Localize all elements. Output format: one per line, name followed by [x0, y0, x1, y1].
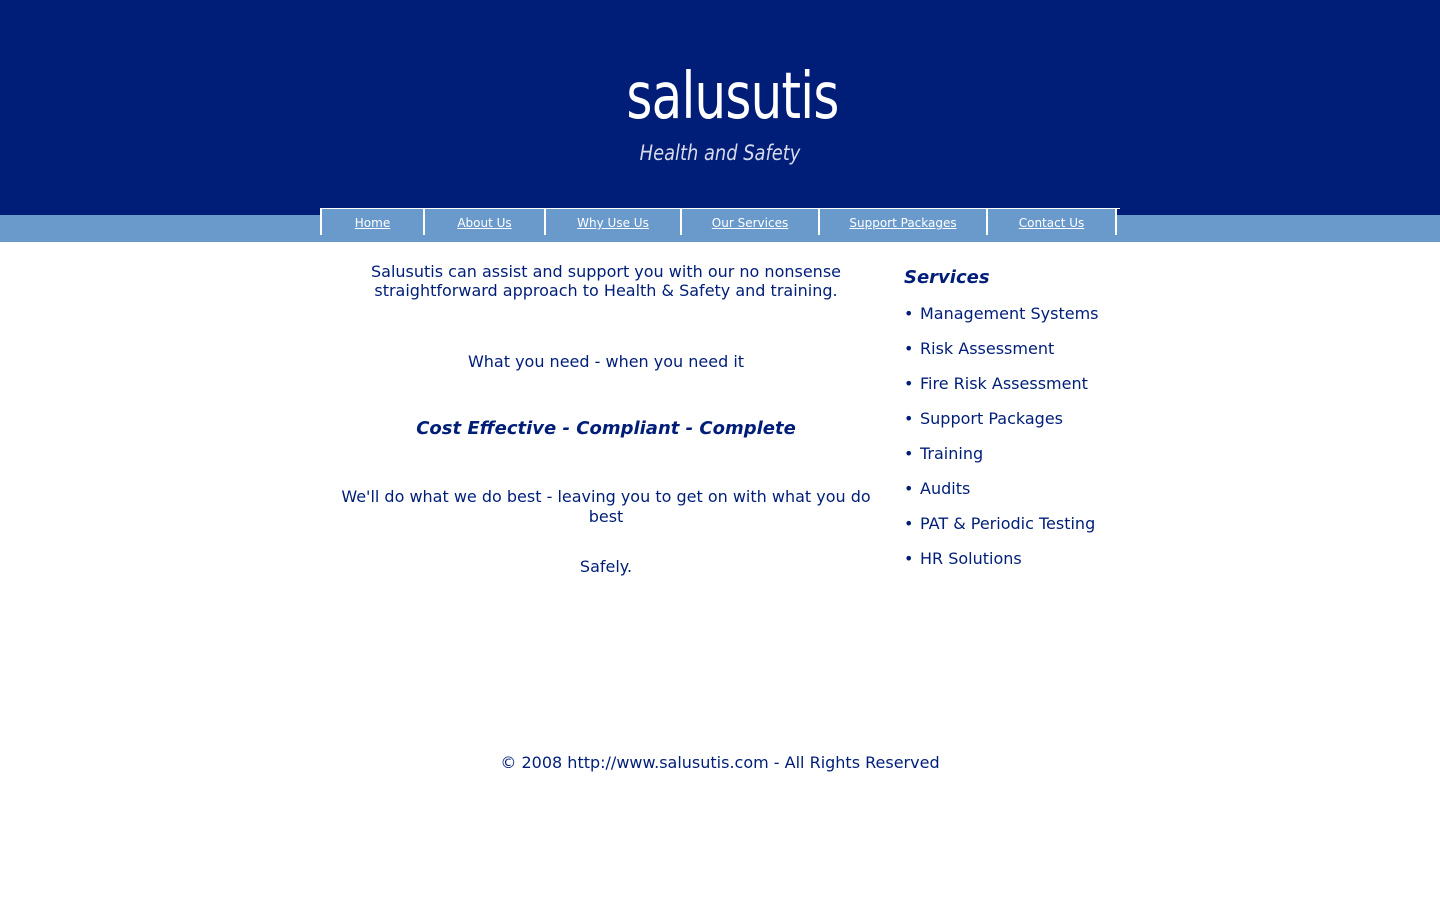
strapline: Cost Effective - Compliant - Complete — [416, 418, 796, 439]
page: salusutis Health and Safety Home About U… — [0, 0, 1440, 900]
bullet-icon: • — [904, 304, 914, 323]
header-banner: salusutis Health and Safety — [0, 0, 1440, 215]
safely-text: Safely. — [579, 557, 633, 576]
bullet-icon: • — [904, 479, 914, 498]
services-heading: Services — [904, 267, 990, 288]
nav-home[interactable]: Home — [320, 209, 423, 235]
service-label: Support Packages — [920, 409, 1063, 428]
main-nav: Home About Us Why Use Us Our Services Su… — [320, 208, 1120, 236]
list-item: • HR Solutions — [904, 549, 1098, 584]
list-item: • Fire Risk Assessment — [904, 374, 1098, 409]
bullet-icon: • — [904, 339, 914, 358]
bullet-icon: • — [904, 409, 914, 428]
salusutis-logo[interactable]: salusutis Health and Safety — [600, 58, 840, 173]
bullet-icon: • — [904, 514, 914, 533]
intro-text: Salusutis can assist and support you wit… — [370, 262, 841, 300]
service-label: Training — [920, 444, 984, 463]
service-label: Fire Risk Assessment — [920, 374, 1088, 393]
service-label: Management Systems — [920, 304, 1099, 323]
services-list: • Management Systems • Risk Assessment • Fi… — [904, 304, 1098, 584]
tagline-text: What you need - when you need it — [467, 352, 745, 371]
service-label: Risk Assessment — [920, 339, 1055, 358]
nav-support-packages[interactable]: Support Packages — [818, 209, 986, 235]
main-content: Salusutis can assist and support you wit… — [338, 262, 874, 576]
bullet-icon: • — [904, 374, 914, 393]
list-item: • Training — [904, 444, 1098, 479]
nav-our-services[interactable]: Our Services — [680, 209, 818, 235]
list-item: • Audits — [904, 479, 1098, 514]
service-label: PAT & Periodic Testing — [920, 514, 1096, 533]
list-item: • PAT & Periodic Testing — [904, 514, 1098, 549]
services-sidebar: Services • Management Systems • Risk Asses… — [904, 266, 1124, 568]
nav-about-us[interactable]: About Us — [423, 209, 544, 235]
list-item: • Support Packages — [904, 409, 1098, 444]
service-label: Audits — [920, 479, 971, 498]
bullet-icon: • — [904, 444, 914, 463]
best-line-text: We'll do what we do best - leaving you t… — [341, 487, 871, 526]
list-item: • Management Systems — [904, 304, 1098, 339]
service-label: HR Solutions — [920, 549, 1022, 568]
nav-why-use-us[interactable]: Why Use Us — [544, 209, 680, 235]
logo-subtitle: Health and Safety — [639, 141, 801, 165]
logo-wordmark: salusutis — [626, 60, 839, 134]
bullet-icon: • — [904, 549, 914, 568]
list-item: • Risk Assessment — [904, 339, 1098, 374]
footer-copyright: © 2008 http://www.salusutis.com - All Ri… — [500, 753, 940, 772]
nav-contact-us[interactable]: Contact Us — [986, 209, 1117, 235]
